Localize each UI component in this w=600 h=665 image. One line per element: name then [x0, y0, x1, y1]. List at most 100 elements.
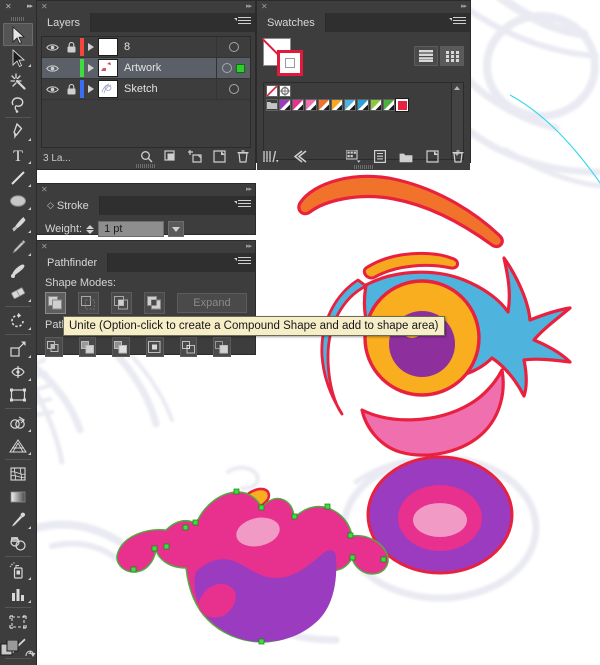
divide-button[interactable]: [45, 337, 63, 357]
layer-expand-triangle-icon[interactable]: [84, 43, 98, 51]
shape-builder-tool[interactable]: [3, 411, 33, 434]
stroke-close-icon[interactable]: ✕: [41, 185, 48, 194]
outline-button[interactable]: [179, 337, 198, 357]
rotate-tool[interactable]: [3, 309, 33, 332]
layer-target-circle-icon[interactable]: [228, 84, 239, 94]
swatches-close-icon[interactable]: ✕: [261, 2, 268, 11]
swatch-purple[interactable]: [279, 99, 291, 111]
layer-name[interactable]: Artwork: [124, 62, 216, 74]
tab-pathfinder[interactable]: Pathfinder: [37, 253, 109, 272]
swatch-options-icon[interactable]: [374, 150, 387, 166]
gradient-tool[interactable]: [3, 485, 33, 508]
trim-button[interactable]: [78, 337, 97, 357]
registration-swatch[interactable]: [279, 85, 291, 97]
intersect-button[interactable]: [110, 292, 132, 314]
color-themes-icon[interactable]: [293, 150, 307, 166]
swatches-color-row[interactable]: [264, 97, 463, 112]
layer-target-column[interactable]: [216, 79, 250, 99]
tab-swatches[interactable]: Swatches: [257, 13, 326, 32]
tools-close-icon[interactable]: ✕: [5, 3, 12, 11]
layer-lock-icon[interactable]: [62, 41, 80, 53]
eye-outline-shape[interactable]: [320, 278, 368, 416]
layers-panel-menu-icon[interactable]: [234, 17, 251, 28]
blob-brush-tool[interactable]: [3, 258, 33, 281]
layer-expand-triangle-icon[interactable]: [84, 64, 98, 72]
minus-back-button[interactable]: [213, 337, 232, 357]
pathfinder-collapse-icon[interactable]: ▸▸: [246, 242, 252, 251]
tools-collapse-icon[interactable]: ▸▸: [27, 3, 33, 11]
tab-layers[interactable]: Layers: [37, 13, 92, 32]
paintbrush-tool[interactable]: [3, 212, 33, 235]
column-graph-tool[interactable]: [3, 582, 33, 605]
direct-selection-tool[interactable]: [3, 46, 33, 69]
layers-close-icon[interactable]: ✕: [41, 2, 48, 11]
width-tool[interactable]: [3, 360, 33, 383]
layers-panel[interactable]: ✕ ▸▸ Layers 8 Artwork Sketch 3 La...: [36, 0, 256, 170]
layer-row-sketch[interactable]: Sketch: [42, 79, 250, 100]
cheek-circle-shape[interactable]: [366, 455, 514, 575]
blend-tool[interactable]: [3, 531, 33, 554]
delete-swatch-icon[interactable]: [452, 150, 464, 166]
layer-visibility-icon[interactable]: [42, 64, 62, 73]
swatches-panel[interactable]: ✕ ▸▸ Swatches: [256, 0, 471, 170]
layers-collapse-icon[interactable]: ▸▸: [246, 2, 252, 11]
layer-visibility-icon[interactable]: [42, 85, 62, 94]
swatch-orange[interactable]: [318, 99, 330, 111]
swatch-magenta[interactable]: [292, 99, 304, 111]
color-group-folder[interactable]: [266, 99, 278, 111]
swatch-libraries-icon[interactable]: [263, 150, 279, 166]
layer-target-column[interactable]: [216, 58, 250, 78]
pathfinder-panel-menu-icon[interactable]: [234, 257, 251, 268]
minus-front-button[interactable]: [77, 292, 99, 314]
artboard-tool[interactable]: [3, 610, 33, 633]
list-view-icon[interactable]: [414, 46, 438, 66]
layer-lock-icon[interactable]: [62, 83, 80, 95]
swatches-panel-menu-icon[interactable]: [449, 17, 466, 28]
layer-row-8[interactable]: 8: [42, 37, 250, 58]
tools-grip[interactable]: [0, 14, 36, 23]
lasso-tool[interactable]: [3, 92, 33, 115]
grid-view-icon[interactable]: [440, 46, 464, 66]
swatches-collapse-icon[interactable]: ▸▸: [461, 2, 467, 11]
perspective-grid-tool[interactable]: [3, 434, 33, 457]
scale-tool[interactable]: [3, 337, 33, 360]
layer-name[interactable]: 8: [124, 41, 216, 53]
swatch-green[interactable]: [383, 99, 395, 111]
layers-resize-grip[interactable]: [37, 164, 255, 168]
none-swatch[interactable]: [266, 85, 278, 97]
new-color-group-icon[interactable]: [399, 151, 413, 166]
swatch-light-blue[interactable]: [344, 99, 356, 111]
swatches-special-row[interactable]: [264, 83, 463, 97]
layers-list[interactable]: 8 Artwork Sketch: [41, 36, 251, 148]
fill-stroke-indicator[interactable]: [263, 38, 309, 76]
default-colors-icon[interactable]: [24, 644, 36, 663]
eyebrow-shape[interactable]: [297, 174, 504, 249]
stroke-weight-stepper[interactable]: [86, 224, 95, 234]
fill-stroke-swap-icon[interactable]: [0, 639, 20, 663]
layer-target-circle-icon[interactable]: [222, 63, 232, 73]
stroke-panel-menu-icon[interactable]: [234, 200, 251, 211]
layer-row-artwork[interactable]: Artwork: [42, 58, 250, 79]
stroke-panel[interactable]: ✕ ▸▸ ◇ Stroke Weight: 1 pt: [36, 183, 256, 237]
stroke-weight-input[interactable]: 1 pt: [98, 221, 165, 237]
expand-button[interactable]: Expand: [176, 293, 248, 313]
pathfinder-close-icon[interactable]: ✕: [41, 242, 48, 251]
pathfinders-row[interactable]: [37, 337, 255, 357]
layer-target-column[interactable]: [216, 37, 250, 57]
swatch-red-selected[interactable]: [395, 98, 409, 112]
show-swatch-kinds-icon[interactable]: [345, 149, 361, 166]
type-tool[interactable]: T: [3, 143, 33, 166]
pencil-tool[interactable]: [3, 235, 33, 258]
eyedropper-tool[interactable]: [3, 508, 33, 531]
pathfinder-panel[interactable]: ✕ ▸▸ Pathfinder Shape Modes: Expand Path…: [36, 240, 256, 357]
new-swatch-icon[interactable]: [426, 150, 439, 166]
swatch-pink[interactable]: [305, 99, 317, 111]
mesh-tool[interactable]: [3, 462, 33, 485]
swatch-light-green[interactable]: [370, 99, 382, 111]
layer-target-circle-icon[interactable]: [228, 42, 239, 52]
layer-visibility-icon[interactable]: [42, 43, 62, 52]
swatch-yellow-orange[interactable]: [331, 99, 343, 111]
symbol-sprayer-tool[interactable]: [3, 559, 33, 582]
line-segment-tool[interactable]: [3, 166, 33, 189]
tab-stroke[interactable]: ◇ Stroke: [37, 196, 100, 215]
